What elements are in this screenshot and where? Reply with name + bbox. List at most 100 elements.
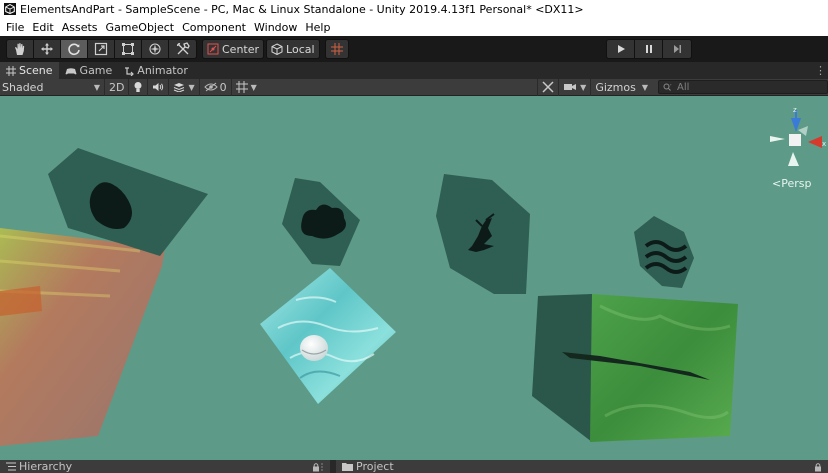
menu-assets[interactable]: Assets xyxy=(58,21,102,34)
menu-component[interactable]: Component xyxy=(178,21,250,34)
custom-tool-button[interactable] xyxy=(169,40,196,58)
step-button[interactable] xyxy=(663,40,691,58)
scene-viewport[interactable]: z x <Persp xyxy=(0,96,828,460)
pause-button[interactable] xyxy=(635,40,663,58)
light-bulb-icon xyxy=(134,82,142,92)
wrench-cross-icon xyxy=(542,81,554,93)
scene-lighting-toggle[interactable] xyxy=(128,78,147,96)
tab-animator-label: Animator xyxy=(137,64,188,77)
menu-window[interactable]: Window xyxy=(250,21,301,34)
scene-audio-toggle[interactable] xyxy=(147,78,168,96)
fire-element-plane[interactable] xyxy=(0,228,165,446)
grid-snap-button[interactable] xyxy=(324,39,349,59)
hierarchy-tab-title: Hierarchy xyxy=(6,460,72,473)
lock-icon[interactable] xyxy=(814,462,822,472)
transform-gizmo-icon xyxy=(149,43,161,55)
menu-file[interactable]: File xyxy=(2,21,28,34)
white-sphere-object[interactable] xyxy=(300,335,328,361)
project-tab-title: Project xyxy=(342,460,394,473)
hand-tool-button[interactable] xyxy=(7,40,34,58)
gizmos-label: Gizmos xyxy=(595,80,636,94)
svg-text:x: x xyxy=(822,140,826,148)
scene-camera-dropdown[interactable]: ▼ xyxy=(558,78,590,96)
play-icon xyxy=(617,45,625,53)
tab-scene[interactable]: Scene xyxy=(0,62,59,79)
main-toolbar: Center Local xyxy=(0,36,828,62)
rect-tool-button[interactable] xyxy=(115,40,142,58)
scene-visibility-toggle[interactable]: 0 xyxy=(198,78,231,96)
grass-cube-object[interactable] xyxy=(532,294,738,442)
shading-mode-value: Shaded xyxy=(2,80,44,94)
shading-mode-dropdown[interactable]: Shaded ▼ xyxy=(0,79,104,96)
dropdown-arrow-icon: ▼ xyxy=(93,82,100,92)
local-cube-icon xyxy=(271,43,283,55)
view-tab-bar: Scene Game Animator ⋮ xyxy=(0,62,828,79)
pivot-mode-label: Center xyxy=(222,42,260,56)
rotate-icon xyxy=(68,43,80,56)
move-tool-button[interactable] xyxy=(34,40,61,58)
dropdown-arrow-icon: ▼ xyxy=(641,82,648,92)
dropdown-arrow-icon: ▼ xyxy=(250,82,257,92)
pause-icon xyxy=(645,45,652,53)
grid-snapping-icon xyxy=(235,81,248,93)
scene-search-input[interactable]: All xyxy=(658,80,828,94)
water-element-card[interactable] xyxy=(634,216,694,288)
menu-gameobject[interactable]: GameObject xyxy=(102,21,179,34)
scene-3d-render: z x xyxy=(0,106,826,446)
persp-arrow-icon: < xyxy=(772,177,782,190)
play-button[interactable] xyxy=(607,40,635,58)
scene-tools-button[interactable] xyxy=(537,78,558,96)
transform-tool-button[interactable] xyxy=(142,40,169,58)
tab-hierarchy[interactable]: Hierarchy xyxy=(0,460,330,473)
rect-transform-icon xyxy=(122,43,134,55)
rotate-tool-button[interactable] xyxy=(61,40,88,58)
unity-logo-icon xyxy=(4,3,16,15)
scene-orientation-gizmo[interactable]: z x xyxy=(770,106,826,166)
tools-icon xyxy=(176,42,190,55)
bottom-panel-tabs: Hierarchy Project xyxy=(0,460,828,473)
tab-animator[interactable]: Animator xyxy=(118,62,194,79)
move-arrows-icon xyxy=(41,43,53,55)
tree-element-card[interactable] xyxy=(436,174,530,294)
tab-scene-label: Scene xyxy=(19,64,53,77)
toggle-2d-button[interactable]: 2D xyxy=(104,78,128,96)
gamepad-icon xyxy=(65,66,77,76)
dropdown-arrow-icon: ▼ xyxy=(580,82,587,92)
svg-text:z: z xyxy=(793,106,797,114)
grid-visibility-dropdown[interactable]: ▼ xyxy=(230,78,261,96)
scale-icon xyxy=(94,42,108,56)
projection-mode-text: Persp xyxy=(781,177,812,190)
pivot-mode-button[interactable]: Center xyxy=(202,39,265,59)
tab-game[interactable]: Game xyxy=(59,62,119,79)
scene-view-toolbar: Shaded ▼ 2D ▼ 0 ▼ ▼ Gizmos ▼ All xyxy=(0,78,828,96)
menu-edit[interactable]: Edit xyxy=(28,21,57,34)
projection-label[interactable]: <Persp xyxy=(772,177,811,190)
step-icon xyxy=(674,45,681,53)
tab-project[interactable]: Project xyxy=(336,460,828,473)
tab-options-menu-icon[interactable]: ⋮ xyxy=(815,64,826,77)
tab-game-label: Game xyxy=(79,64,113,77)
pivot-rotation-button[interactable]: Local xyxy=(266,39,320,59)
hierarchy-list-icon xyxy=(6,462,16,471)
scale-tool-button[interactable] xyxy=(88,40,115,58)
window-title-bar: ElementsAndPart - SampleScene - PC, Mac … xyxy=(0,0,828,18)
gizmos-dropdown[interactable]: Gizmos ▼ xyxy=(590,78,652,96)
animator-icon xyxy=(124,66,135,76)
air-element-card[interactable] xyxy=(282,178,360,266)
tab-project-label: Project xyxy=(356,460,394,473)
playmode-controls xyxy=(606,39,692,59)
menu-bar: File Edit Assets GameObject Component Wi… xyxy=(0,18,828,36)
menu-help[interactable]: Help xyxy=(301,21,334,34)
search-icon xyxy=(663,83,673,91)
tab-hierarchy-label: Hierarchy xyxy=(19,460,73,473)
lock-icon[interactable] xyxy=(312,462,324,472)
hidden-eye-icon xyxy=(203,82,218,92)
grid-snap-icon xyxy=(330,43,343,55)
toggle-2d-label: 2D xyxy=(109,80,125,94)
water-plane[interactable] xyxy=(260,268,396,404)
transform-tools xyxy=(6,39,197,59)
pivot-center-icon xyxy=(207,43,219,55)
scene-effects-dropdown[interactable]: ▼ xyxy=(168,78,198,96)
folder-icon xyxy=(342,462,353,471)
effects-layers-icon xyxy=(174,83,185,92)
